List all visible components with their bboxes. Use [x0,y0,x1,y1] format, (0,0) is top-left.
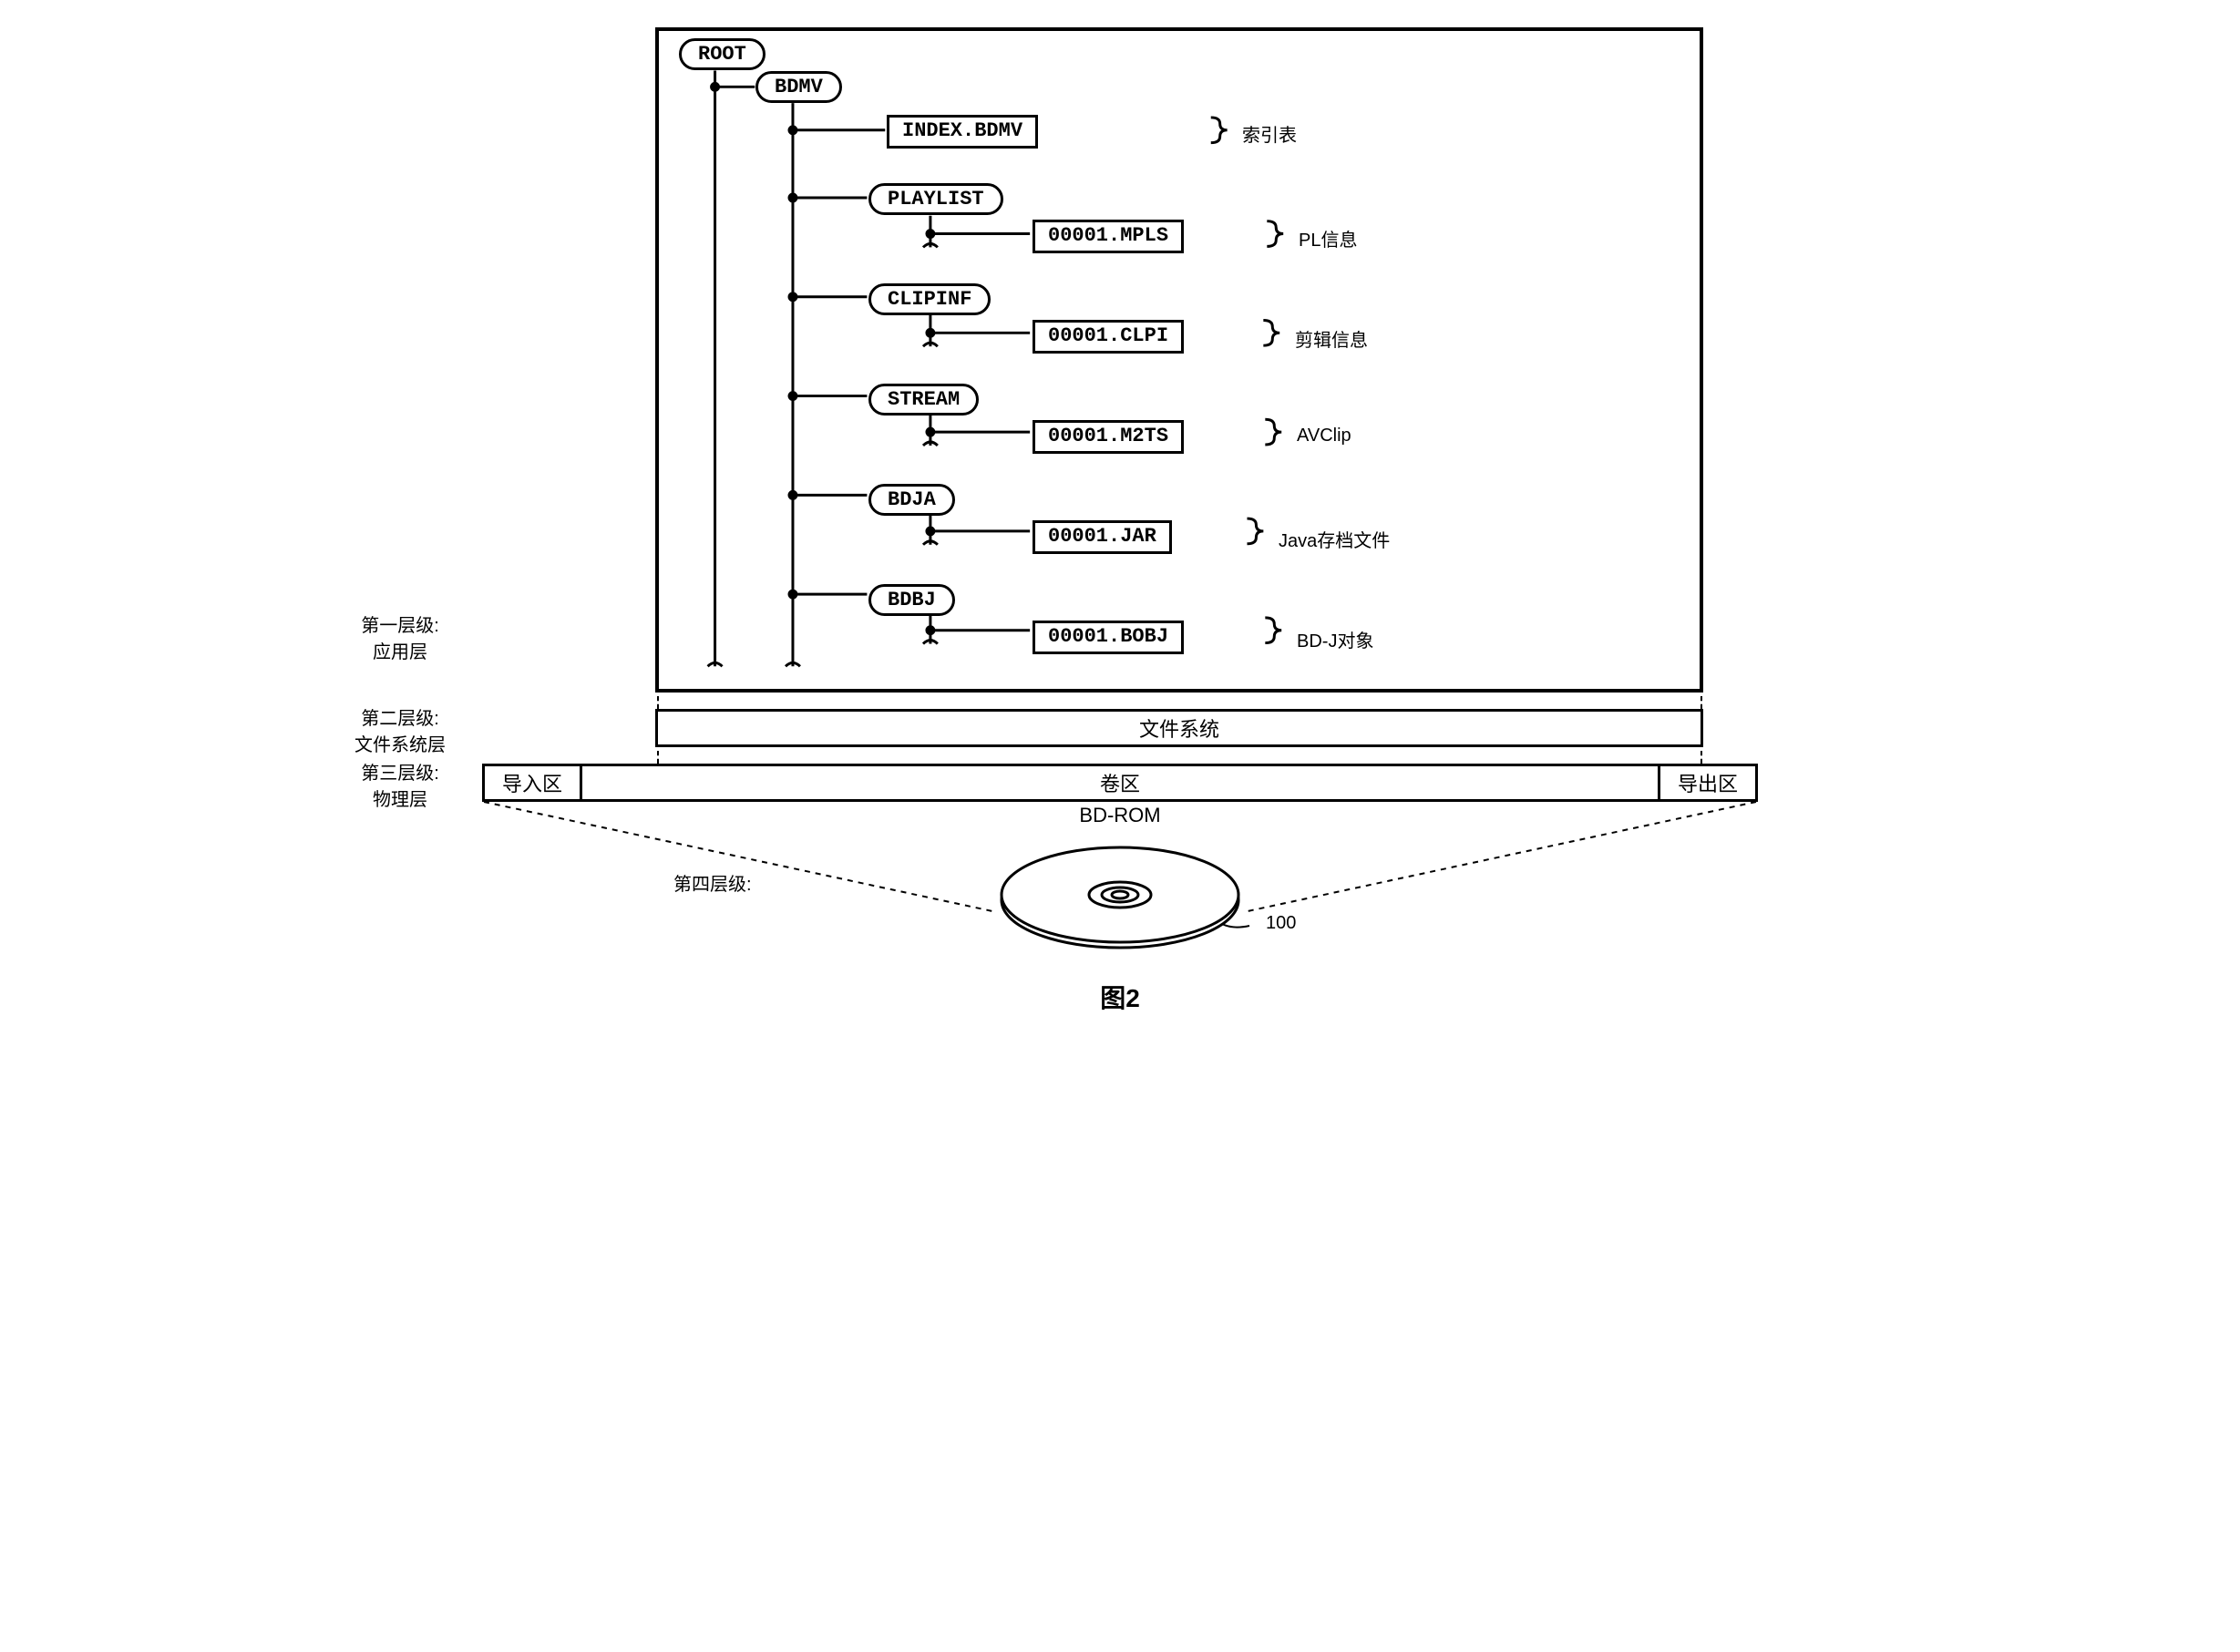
application-layer-panel: ROOT BDMV INDEX.BDMV 索引表 PLAYLIST 00001.… [655,27,1703,693]
phys-seg-volume: 卷区 [582,764,1658,802]
bdrom-label-row: BD-ROM [482,804,1758,827]
tree-dir-bdbj: BDBJ [868,584,955,616]
phys-seg-label: 卷区 [1100,768,1140,797]
layer-label-text: 第三层级: [327,758,473,785]
tree-file-bdbj: 00001.BOBJ [1033,621,1184,654]
tree-annot-stream: AVClip [1297,426,1351,446]
tree-file-bdja: 00001.JAR [1033,520,1172,554]
tree-file-index: INDEX.BDMV [887,115,1038,149]
tree-connector-lines [659,31,1700,689]
layer-label-text: 第一层级: [327,611,473,637]
tree-annot-index: 索引表 [1242,120,1297,147]
tree-annot-bdbj: BD-J对象 [1297,626,1373,652]
bdrom-label: BD-ROM [1079,804,1160,827]
figure-title: 图2 [482,979,1758,1015]
tree-dir-bdja: BDJA [868,484,955,516]
disc-layer: 第四层级: 100 [482,833,1758,960]
dashed-join-icon [1701,751,1702,764]
layer-label-text: 物理层 [327,785,473,811]
phys-seg-label: 导入区 [502,768,562,797]
layer-label-third: 第三层级: 物理层 [327,758,473,811]
disc-ref-number: 100 [1266,913,1296,934]
tree-node-bdmv: BDMV [755,71,842,103]
tree-file-clipinf: 00001.CLPI [1033,320,1184,354]
layer-label-fourth: 第四层级: [673,869,752,896]
tree-annot-bdja: Java存档文件 [1279,526,1390,552]
dashed-join-icon [1701,696,1702,709]
file-system-label: 文件系统 [1139,713,1219,743]
physical-layer-bar: 导入区 卷区 导出区 [482,764,1758,802]
dashed-join-icon [657,696,659,709]
layer-label-text: 第二层级: [327,703,473,730]
file-system-layer-bar: 文件系统 [655,709,1703,747]
phys-seg-label: 导出区 [1678,768,1738,797]
tree-file-playlist: 00001.MPLS [1033,220,1184,253]
layer-label-second: 第二层级: 文件系统层 [327,703,473,756]
tree-dir-stream: STREAM [868,384,979,416]
layer-label-first: 第一层级: 应用层 [327,611,473,663]
tree-dir-clipinf: CLIPINF [868,283,991,315]
phys-seg-leadout: 导出区 [1658,764,1758,802]
layer-label-text: 应用层 [327,637,473,663]
layer-label-text: 文件系统层 [327,730,473,756]
tree-dir-playlist: PLAYLIST [868,183,1003,215]
dashed-join-icon [657,751,659,764]
tree-annot-clipinf: 剪辑信息 [1295,325,1368,352]
phys-seg-leadin: 导入区 [482,764,582,802]
tree-file-stream: 00001.M2TS [1033,420,1184,454]
diagram-root: 第一层级: 应用层 第二层级: 文件系统层 第三层级: 物理层 [482,27,1758,1015]
tree-annot-playlist: PL信息 [1299,225,1357,251]
disc-icon [983,833,1257,960]
tree-node-root: ROOT [679,38,766,70]
